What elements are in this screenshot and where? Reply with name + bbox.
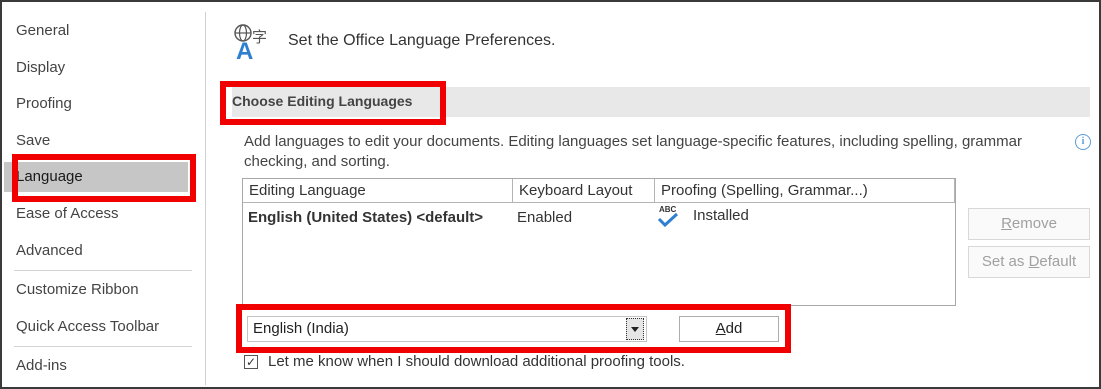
sidebar-item-proofing[interactable]: Proofing [16, 93, 72, 115]
info-icon[interactable]: i [1075, 134, 1091, 150]
row-keyboard: Enabled [517, 209, 573, 226]
editing-languages-table[interactable]: Editing Language Keyboard Layout Proofin… [242, 178, 956, 306]
add-button[interactable]: Add [679, 316, 779, 342]
sidebar-divider [14, 270, 192, 271]
sidebar-item-add-ins[interactable]: Add-ins [16, 355, 67, 377]
svg-text:ABC: ABC [659, 205, 677, 214]
sidebar-separator [205, 12, 206, 385]
column-header-keyboard-layout[interactable]: Keyboard Layout [513, 179, 655, 203]
chevron-down-icon[interactable] [626, 318, 644, 340]
language-select[interactable]: English (India) [247, 316, 647, 342]
row-proofing: Installed [693, 207, 749, 224]
sidebar-divider [14, 346, 192, 347]
sidebar-item-general[interactable]: General [16, 20, 69, 42]
sidebar-item-language[interactable]: Language [4, 162, 188, 192]
abc-check-icon: ABC [657, 205, 679, 228]
sidebar-item-customize-ribbon[interactable]: Customize Ribbon [16, 279, 139, 301]
sidebar-item-advanced[interactable]: Advanced [16, 240, 83, 262]
row-language: English (United States) <default> [248, 209, 484, 226]
download-proofing-label[interactable]: Let me know when I should download addit… [268, 353, 685, 370]
svg-text:字: 字 [252, 28, 267, 46]
sidebar-item-ease-of-access[interactable]: Ease of Access [16, 203, 119, 225]
page-title: Set the Office Language Preferences. [288, 32, 556, 49]
sidebar-item-display[interactable]: Display [16, 57, 65, 79]
column-header-proofing[interactable]: Proofing (Spelling, Grammar...) [655, 179, 955, 203]
sidebar-item-quick-access-toolbar[interactable]: Quick Access Toolbar [16, 316, 159, 338]
remove-button[interactable]: Remove [968, 208, 1090, 240]
sidebar-item-save[interactable]: Save [16, 130, 50, 152]
language-icon: A 字 [234, 24, 267, 60]
set-as-default-button[interactable]: Set as Default [968, 246, 1090, 278]
section-description: Add languages to edit your documents. Ed… [244, 133, 1022, 170]
column-header-editing-language[interactable]: Editing Language [243, 179, 513, 203]
svg-text:A: A [236, 38, 253, 60]
language-select-value: English (India) [253, 320, 349, 337]
section-title: Choose Editing Languages [232, 93, 413, 109]
download-proofing-checkbox[interactable]: ✓ [244, 355, 258, 369]
